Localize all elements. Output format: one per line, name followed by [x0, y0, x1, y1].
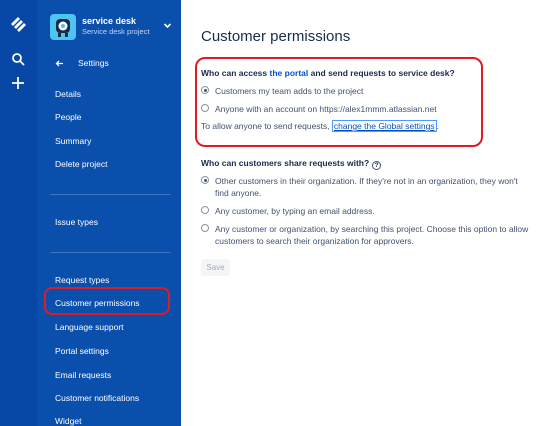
- sidebar-item-portal-settings[interactable]: Portal settings: [55, 346, 109, 356]
- sidebar-item-request-types[interactable]: Request types: [55, 275, 109, 285]
- option-line: Any customer or organization, by searchi…: [215, 224, 529, 234]
- jira-logo-icon[interactable]: [10, 15, 27, 32]
- access-option-team-adds[interactable]: Customers my team adds to the project: [201, 85, 541, 97]
- plus-icon[interactable]: [11, 76, 25, 90]
- sidebar-item-issue-types[interactable]: Issue types: [55, 217, 98, 227]
- back-to-settings[interactable]: Settings: [50, 57, 170, 71]
- project-name: service desk: [82, 16, 137, 26]
- option-label: Other customers in their organization. I…: [215, 175, 518, 199]
- page-title: Customer permissions: [201, 28, 351, 45]
- project-avatar: [50, 14, 76, 40]
- sidebar-item-language-support[interactable]: Language support: [55, 322, 124, 332]
- sidebar-item-customer-notifications[interactable]: Customer notifications: [55, 393, 139, 403]
- option-label: Any customer or organization, by searchi…: [215, 223, 528, 247]
- option-line: Other customers in their organization. I…: [215, 176, 518, 186]
- radio-button[interactable]: [201, 206, 209, 214]
- share-option-organization[interactable]: Other customers in their organization. I…: [201, 175, 541, 199]
- search-icon[interactable]: [11, 52, 25, 66]
- option-line: customers to search their organization f…: [215, 236, 414, 246]
- option-label: Any customer, by typing an email address…: [215, 206, 375, 216]
- radio-button[interactable]: [201, 224, 209, 232]
- help-icon[interactable]: ?: [372, 161, 382, 170]
- share-option-email[interactable]: Any customer, by typing an email address…: [201, 205, 541, 217]
- share-requests-heading: Who can customers share requests with??: [201, 158, 382, 170]
- portal-link[interactable]: the portal: [270, 68, 309, 78]
- global-settings-link[interactable]: change the Global settings: [331, 120, 437, 132]
- global-settings-note: To allow anyone to send requests, change…: [201, 120, 439, 132]
- option-label: Customers my team adds to the project: [215, 86, 364, 96]
- sidebar-divider: [50, 194, 171, 195]
- project-switcher[interactable]: service desk Service desk project: [50, 14, 172, 40]
- sidebar-item-people[interactable]: People: [55, 112, 81, 122]
- main-content: Customer permissions Who can access the …: [181, 0, 553, 426]
- sidebar-item-widget[interactable]: Widget: [55, 416, 81, 426]
- portal-access-heading: Who can access the portal and send reque…: [201, 68, 455, 78]
- arrow-left-icon: [55, 60, 63, 67]
- global-navigation: [0, 0, 37, 426]
- sidebar-item-details[interactable]: Details: [55, 89, 81, 99]
- heading-text: Who can access: [201, 68, 270, 78]
- radio-button[interactable]: [201, 104, 209, 112]
- access-option-anyone[interactable]: Anyone with an account on https://alex1m…: [201, 103, 541, 115]
- save-button[interactable]: Save: [201, 259, 230, 276]
- sidebar-item-summary[interactable]: Summary: [55, 136, 91, 146]
- project-type: Service desk project: [82, 27, 150, 36]
- sidebar-divider: [50, 252, 171, 253]
- heading-text: and send requests to service desk?: [308, 68, 455, 78]
- project-sidebar: service desk Service desk project Settin…: [37, 0, 181, 426]
- chevron-down-icon: [163, 23, 172, 29]
- note-text: To allow anyone to send requests,: [201, 121, 332, 131]
- option-line: find anyone.: [215, 188, 262, 198]
- share-option-search[interactable]: Any customer or organization, by searchi…: [201, 223, 541, 247]
- back-label: Settings: [78, 58, 109, 68]
- sidebar-item-email-requests[interactable]: Email requests: [55, 370, 111, 380]
- sidebar-item-customer-permissions[interactable]: Customer permissions: [55, 298, 140, 308]
- radio-button[interactable]: [201, 86, 209, 94]
- sidebar-item-delete-project[interactable]: Delete project: [55, 159, 107, 169]
- note-text: .: [436, 121, 439, 131]
- heading-text: Who can customers share requests with?: [201, 158, 370, 168]
- radio-button[interactable]: [201, 176, 209, 184]
- option-label: Anyone with an account on https://alex1m…: [215, 104, 437, 114]
